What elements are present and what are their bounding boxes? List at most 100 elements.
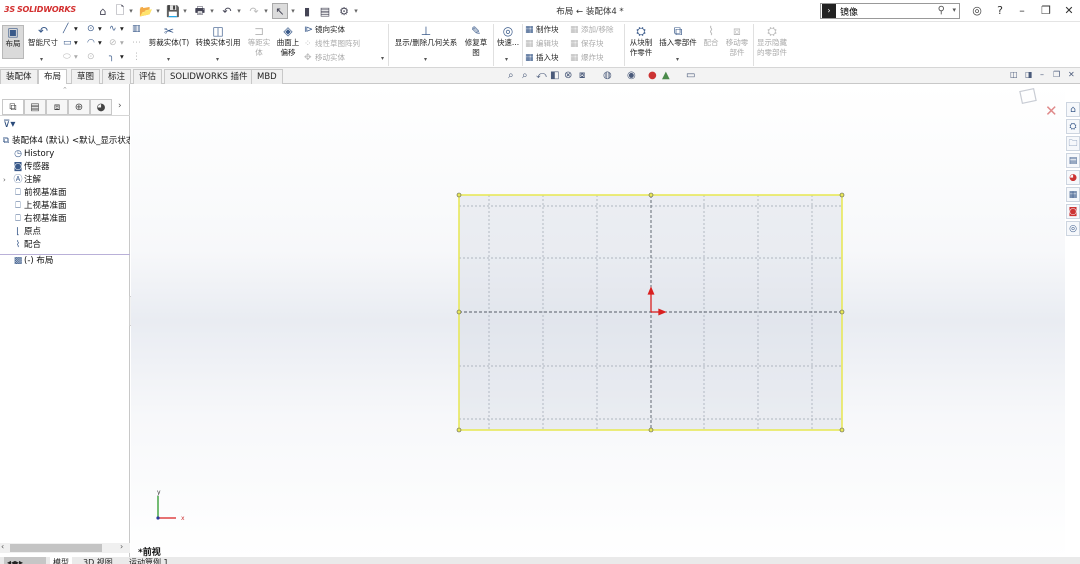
- new-file-icon[interactable]: 🗋: [113, 3, 127, 19]
- open-dropdown-icon[interactable]: ▾: [155, 3, 161, 19]
- line-tool[interactable]: ╱ ▾: [63, 24, 78, 34]
- panel-grip-icon[interactable]: ⌃: [62, 86, 68, 94]
- tab-mbd[interactable]: MBD: [251, 69, 283, 84]
- scroll-left-icon[interactable]: ‹: [1, 542, 4, 551]
- plane-tool[interactable]: ⊙: [87, 52, 98, 62]
- convert-dropdown-icon[interactable]: ▾: [216, 56, 219, 63]
- tree-item-layout[interactable]: ▩ (-) 布局: [0, 255, 130, 268]
- bottom-tab-motion-study[interactable]: 运动算例 1: [126, 557, 172, 564]
- move-dropdown-icon[interactable]: ▾: [381, 55, 384, 62]
- linear-pattern-button[interactable]: ⁘ 线性草图阵列: [304, 39, 360, 49]
- undo-icon[interactable]: ↶: [220, 3, 234, 19]
- save-icon[interactable]: 💾: [166, 3, 180, 19]
- offset-entities-button[interactable]: ⊐ 等距实体: [246, 25, 272, 58]
- tree-item-mates[interactable]: ⌇ 配合: [0, 239, 130, 252]
- restore-icon[interactable]: ❐: [1037, 3, 1055, 19]
- tab-evaluate[interactable]: 评估: [133, 69, 163, 84]
- solidworks-resources-icon[interactable]: ⌂: [1066, 102, 1080, 117]
- display-relations-button[interactable]: ⊥ 显示/删除几何关系: [392, 25, 460, 48]
- zoom-to-area-icon[interactable]: ⌕: [522, 70, 528, 81]
- display-style-icon[interactable]: ◍: [603, 70, 612, 81]
- viewport-close-icon[interactable]: ✕: [1068, 70, 1075, 79]
- dynamic-annotation-icon[interactable]: ⊗: [564, 70, 572, 81]
- search-dropdown-icon[interactable]: ▾: [952, 6, 956, 14]
- make-part-from-block-button[interactable]: ⛭ 从块制作零件: [627, 25, 655, 58]
- insert-component-dropdown-icon[interactable]: ▾: [676, 56, 679, 63]
- fillet-tool[interactable]: ⬭ ▾: [63, 52, 78, 62]
- bottom-tab-3d-views[interactable]: 3D 视图: [80, 557, 116, 564]
- close-icon[interactable]: ✕: [1060, 3, 1078, 19]
- rebuild-icon[interactable]: ▮: [300, 3, 314, 19]
- zoom-to-fit-icon[interactable]: ⌕: [508, 70, 514, 81]
- view-settings-icon[interactable]: ▭: [686, 70, 695, 81]
- search-icon[interactable]: ⚲: [938, 5, 945, 16]
- sketch-fillet-tool[interactable]: ╮ ▾: [109, 52, 124, 62]
- expand-icon[interactable]: ›: [3, 174, 12, 187]
- solidworks-logo[interactable]: 3S SOLIDWORKS: [4, 5, 76, 14]
- slot-tool[interactable]: ◠ ▾: [87, 38, 102, 48]
- convert-entities-button[interactable]: ◫ 转换实体引用: [193, 25, 243, 48]
- solidworks-forum-icon[interactable]: ◙: [1066, 204, 1080, 219]
- tab-markup[interactable]: 标注: [102, 69, 132, 84]
- horizontal-scrollbar[interactable]: ‹ ›: [0, 542, 130, 553]
- file-explorer-icon[interactable]: 🗀: [1066, 136, 1080, 151]
- trim-entities-button[interactable]: ✂ 剪裁实体(T): [147, 25, 191, 48]
- viewport-restore-icon[interactable]: ❐: [1053, 70, 1060, 79]
- point-tool[interactable]: ⋯: [132, 38, 143, 48]
- appearances-icon[interactable]: ◕: [1066, 170, 1080, 185]
- file-properties-icon[interactable]: ▤: [318, 3, 332, 19]
- options-icon[interactable]: ⚙: [337, 3, 351, 19]
- redo-dropdown-icon[interactable]: ▾: [263, 3, 269, 19]
- mate-button[interactable]: ⌇ 配合: [701, 25, 721, 48]
- options-dropdown-icon[interactable]: ▾: [353, 3, 359, 19]
- quick-snaps-button[interactable]: ◎ 快速...: [495, 25, 521, 48]
- new-dropdown-icon[interactable]: ▾: [128, 3, 134, 19]
- dimxpert-tab-icon[interactable]: ⊕: [68, 99, 90, 115]
- apply-scene-icon[interactable]: ▲: [662, 70, 670, 81]
- tree-item-sensors[interactable]: ◙ 传感器: [0, 161, 130, 174]
- display-manager-tab-icon[interactable]: ◕: [90, 99, 112, 115]
- tree-item-front-plane[interactable]: ⎕ 前视基准面: [0, 187, 130, 200]
- print-icon[interactable]: 🖶: [192, 3, 208, 19]
- configuration-manager-tab-icon[interactable]: ⧈: [46, 99, 68, 115]
- print-dropdown-icon[interactable]: ▾: [209, 3, 215, 19]
- add-remove-button[interactable]: ▦ 添加/移除: [570, 25, 614, 35]
- edit-appearance-icon[interactable]: ●: [648, 70, 657, 81]
- panel-next-icon[interactable]: ›: [118, 101, 122, 111]
- home-icon[interactable]: ⌂: [96, 3, 110, 19]
- scroll-right-icon[interactable]: ›: [120, 542, 123, 551]
- centerline-tool[interactable]: ⋮: [132, 52, 143, 62]
- tree-item-annotations[interactable]: › Ⓐ 注解: [0, 174, 130, 187]
- quick-snaps-dropdown-icon[interactable]: ▾: [505, 56, 508, 63]
- circle-tool[interactable]: ⊙ ▾: [87, 24, 102, 34]
- move-component-button[interactable]: ⧈ 移动零部件: [723, 25, 751, 58]
- search-input[interactable]: [840, 6, 930, 16]
- explode-block-button[interactable]: ▦ 爆炸块: [570, 53, 604, 63]
- search-box[interactable]: › ⚲ ▾: [820, 3, 960, 19]
- tab-addins[interactable]: SOLIDWORKS 插件: [164, 69, 254, 84]
- polygon-tool[interactable]: ⊘ ▾: [109, 38, 124, 48]
- tab-sketch[interactable]: 草图: [71, 69, 101, 84]
- tab-layout[interactable]: 布局: [38, 69, 68, 85]
- open-file-icon[interactable]: 📂: [138, 3, 154, 19]
- help-icon[interactable]: ?: [991, 3, 1009, 19]
- edit-block-button[interactable]: ▦ 编辑块: [525, 39, 559, 49]
- viewport-minimize-icon[interactable]: –: [1040, 70, 1044, 79]
- save-block-button[interactable]: ▦ 保存块: [570, 39, 604, 49]
- show-hidden-components-button[interactable]: ⛭ 显示隐藏的零部件: [755, 25, 789, 58]
- select-icon[interactable]: ↖: [272, 3, 288, 19]
- rectangle-tool[interactable]: ▭ ▾: [63, 38, 78, 48]
- tree-item-origin[interactable]: ⌊ 原点: [0, 226, 130, 239]
- insert-block-button[interactable]: ▦ 插入块: [525, 53, 559, 63]
- select-dropdown-icon[interactable]: ▾: [290, 3, 296, 19]
- viewport-split-icon[interactable]: ◨: [1025, 70, 1033, 79]
- tree-item-history[interactable]: ◷ History: [0, 148, 130, 161]
- sketch-confirm-corner-icon[interactable]: ✕: [1019, 87, 1058, 120]
- previous-view-icon[interactable]: ⤺: [536, 70, 547, 81]
- bottom-tab-model[interactable]: 模型: [50, 557, 72, 564]
- trim-dropdown-icon[interactable]: ▾: [167, 56, 170, 63]
- section-view-icon[interactable]: ◧: [550, 70, 559, 81]
- design-library-icon[interactable]: ⛭: [1066, 119, 1080, 134]
- layout-button[interactable]: ▣ 布局: [2, 25, 24, 59]
- view-orientation-icon[interactable]: ⧇: [579, 70, 585, 81]
